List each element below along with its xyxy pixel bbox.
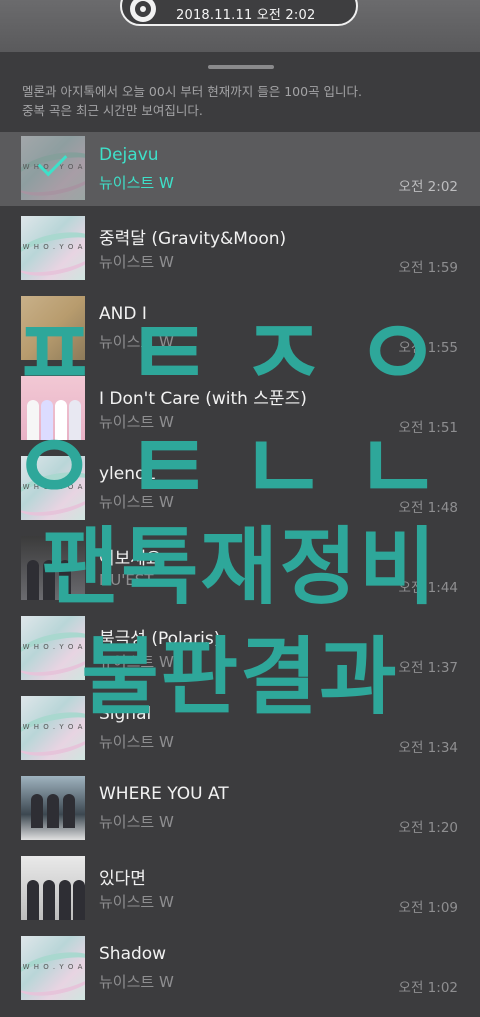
track-title: I Don't Care (with 스푼즈)	[99, 389, 307, 409]
track-row[interactable]: I Don't Care (with 스푼즈) 뉴이스트 W 오전 1:51	[0, 366, 480, 446]
track-time: 오전 1:55	[398, 340, 458, 356]
track-artist: 뉴이스트 W	[99, 493, 174, 511]
track-artist: 뉴이스트 W	[99, 893, 174, 911]
album-cover-icon: W H O . Y O A	[21, 696, 85, 760]
track-title: Dejavu	[99, 145, 159, 165]
history-notice: 멜론과 아지톡에서 오늘 00시 부터 현재까지 들은 100곡 입니다. 중복…	[22, 82, 462, 120]
vinyl-disc-icon	[130, 0, 156, 22]
album-cover-icon: W H O . Y O A	[21, 456, 85, 520]
track-title: WHERE YOU AT	[99, 784, 229, 804]
datetime-label: 2018.11.11 오전 2:02	[176, 8, 316, 23]
track-row[interactable]: WHERE YOU AT 뉴이스트 W 오전 1:20	[0, 766, 480, 846]
track-time: 오전 1:44	[398, 580, 458, 596]
track-row[interactable]: 있다면 뉴이스트 W 오전 1:09	[0, 846, 480, 926]
track-time: 오전 1:37	[398, 660, 458, 676]
track-row[interactable]: 여보세요 NU'EST 오전 1:44	[0, 526, 480, 606]
track-artist: 뉴이스트 W	[99, 413, 174, 431]
track-title: 여보세요	[99, 549, 162, 569]
track-time: 오전 2:02	[398, 179, 458, 195]
notice-line-2: 중복 곡은 최근 시간만 보여집니다.	[22, 103, 203, 118]
now-playing-pill[interactable]: 2018.11.11 오전 2:02	[120, 0, 358, 26]
track-artist: 뉴이스트 W	[99, 253, 174, 271]
track-artist: 뉴이스트 W	[99, 973, 174, 991]
track-time: 오전 1:51	[398, 420, 458, 436]
album-cover-icon	[21, 856, 85, 920]
track-artist: NU'EST	[99, 571, 154, 589]
track-row[interactable]: W H O . Y O A Shadow 뉴이스트 W 오전 1:02	[0, 926, 480, 1006]
drag-handle[interactable]	[208, 65, 274, 69]
track-time: 오전 1:09	[398, 900, 458, 916]
track-title: Signal	[99, 704, 152, 724]
track-title: AND I	[99, 304, 147, 324]
album-cover-icon	[21, 776, 85, 840]
track-row[interactable]: W H O . Y O A 북극성 (Polaris) 뉴이스트 W 오전 1:…	[0, 606, 480, 686]
album-cover-icon: W H O . Y O A	[21, 616, 85, 680]
notice-line-1: 멜론과 아지톡에서 오늘 00시 부터 현재까지 들은 100곡 입니다.	[22, 84, 363, 99]
album-cover-icon	[21, 296, 85, 360]
album-cover-icon	[21, 376, 85, 440]
track-artist: 뉴이스트 W	[99, 174, 174, 192]
track-time: 오전 1:34	[398, 740, 458, 756]
track-title: Shadow	[99, 944, 167, 964]
album-cover-icon: W H O . Y O A	[21, 216, 85, 280]
track-row[interactable]: W H O . Y O A Signal 뉴이스트 W 오전 1:34	[0, 686, 480, 766]
track-artist: 뉴이스트 W	[99, 813, 174, 831]
history-sheet: 멜론과 아지톡에서 오늘 00시 부터 현재까지 들은 100곡 입니다. 중복…	[0, 52, 480, 1017]
track-title: 중력달 (Gravity&Moon)	[99, 229, 287, 249]
track-list: W H O . Y O A Dejavu 뉴이스트 W 오전 2:02 W H …	[0, 132, 480, 1006]
track-row[interactable]: W H O . Y O A 중력달 (Gravity&Moon) 뉴이스트 W …	[0, 206, 480, 286]
track-title: ylenoL	[99, 464, 155, 484]
track-row[interactable]: AND I 뉴이스트 W 오전 1:55	[0, 286, 480, 366]
album-cover-icon: W H O . Y O A	[21, 936, 85, 1000]
track-time: 오전 1:20	[398, 820, 458, 836]
top-status-bar: 2018.11.11 오전 2:02	[0, 0, 480, 52]
track-title: 북극성 (Polaris)	[99, 629, 221, 649]
track-row[interactable]: W H O . Y O A Dejavu 뉴이스트 W 오전 2:02	[0, 132, 480, 206]
track-time: 오전 1:02	[398, 980, 458, 996]
track-time: 오전 1:48	[398, 500, 458, 516]
track-artist: 뉴이스트 W	[99, 733, 174, 751]
track-artist: 뉴이스트 W	[99, 333, 174, 351]
track-time: 오전 1:59	[398, 260, 458, 276]
track-artist: 뉴이스트 W	[99, 653, 174, 671]
track-row[interactable]: W H O . Y O A ylenoL 뉴이스트 W 오전 1:48	[0, 446, 480, 526]
track-title: 있다면	[99, 869, 146, 889]
album-cover-icon	[21, 536, 85, 600]
